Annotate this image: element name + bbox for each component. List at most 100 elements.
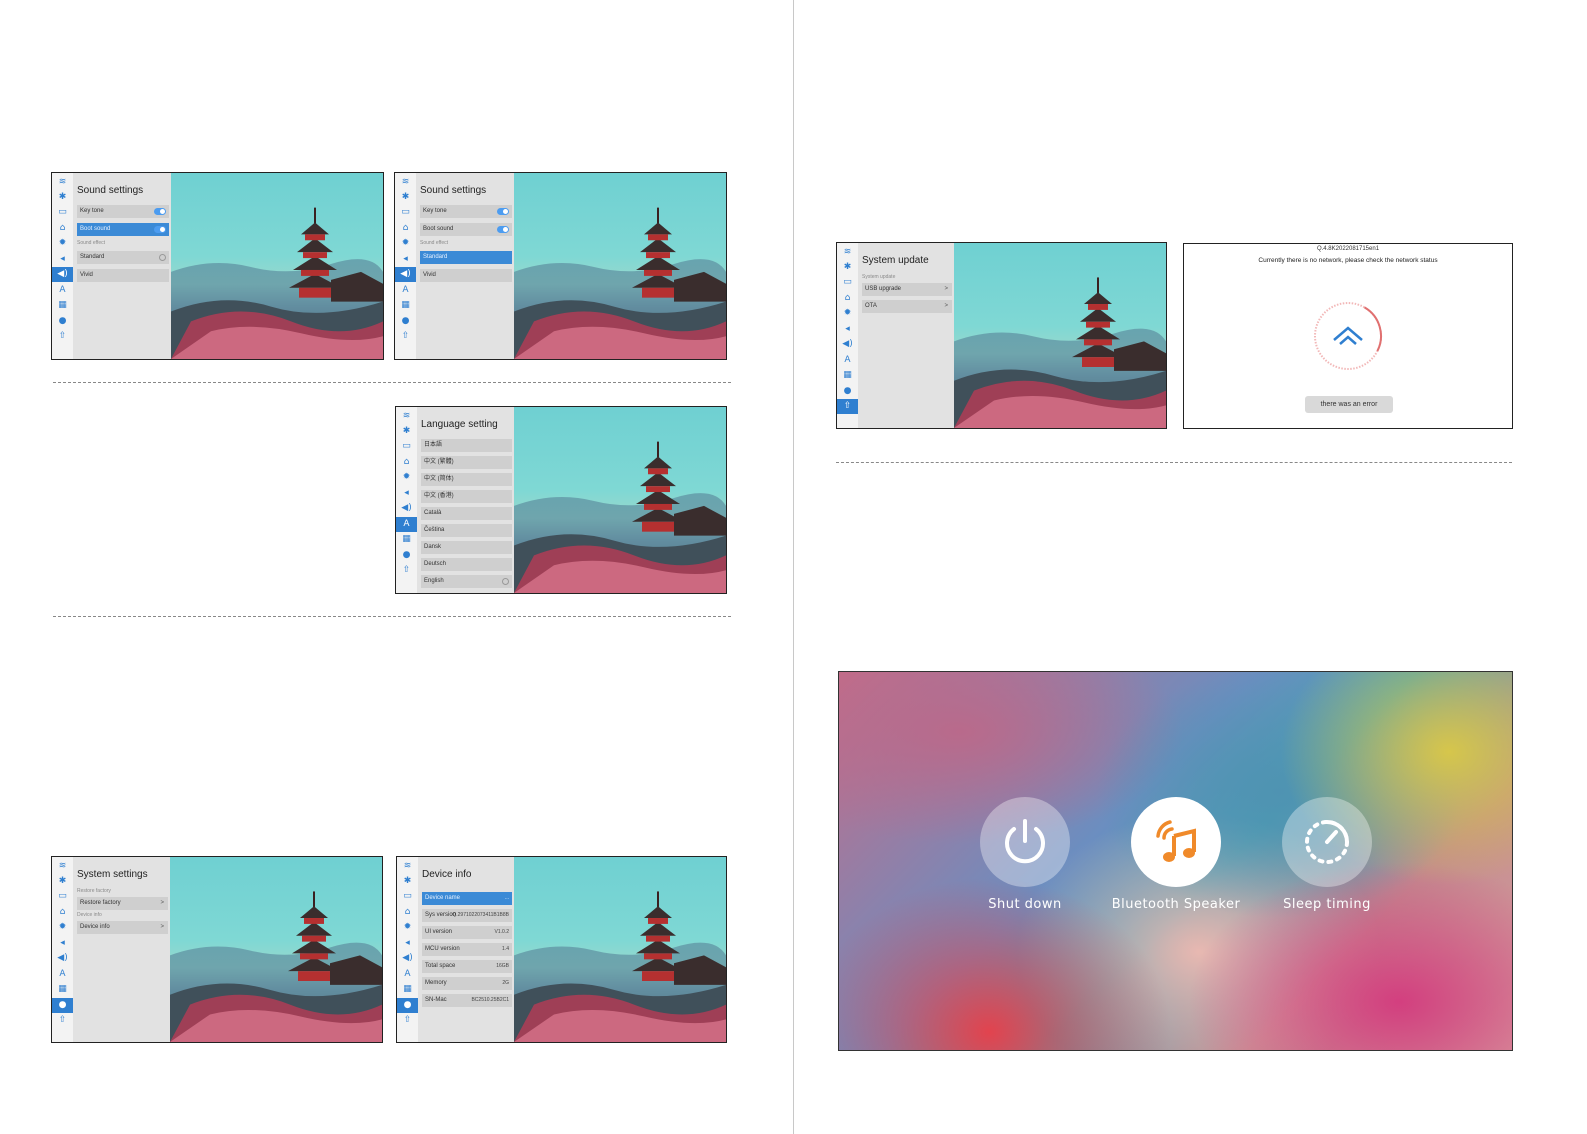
wifi-icon[interactable]: ≋ (52, 859, 73, 874)
gear-icon[interactable]: ✹ (396, 470, 417, 485)
device-name-row[interactable]: Device name... (422, 892, 512, 905)
boot-sound-toggle[interactable] (154, 226, 166, 233)
wifi-icon[interactable]: ≋ (837, 245, 858, 260)
language-item[interactable]: Čeština (421, 524, 512, 537)
effect-standard-item[interactable]: Standard (77, 251, 169, 264)
update-icon[interactable]: ⇧ (395, 329, 416, 344)
display-icon[interactable]: ▭ (52, 889, 73, 904)
info-icon[interactable]: ● (837, 384, 858, 399)
key-tone-toggle[interactable] (154, 208, 166, 215)
apps-icon[interactable]: ▦ (837, 368, 858, 383)
bluetooth-icon[interactable]: ✱ (395, 190, 416, 205)
bluetooth-icon[interactable]: ✱ (52, 874, 73, 889)
projector-icon[interactable]: ⌂ (52, 905, 73, 920)
ui-version-row: UI version V1.0.2 (422, 926, 512, 939)
gear-icon[interactable]: ✹ (837, 306, 858, 321)
key-tone-toggle[interactable] (497, 208, 509, 215)
projector-icon[interactable]: ⌂ (397, 905, 418, 920)
info-icon[interactable]: ● (52, 314, 73, 329)
bluetooth-icon[interactable]: ✱ (837, 260, 858, 275)
speaker-icon[interactable]: ◀) (397, 951, 418, 966)
speaker-icon[interactable]: ◀) (396, 501, 417, 516)
language-item[interactable]: 中文 (繁體) (421, 456, 512, 469)
language-item[interactable]: Català (421, 507, 512, 520)
effect-standard-item[interactable]: Standard (420, 251, 512, 264)
display-icon[interactable]: ▭ (837, 275, 858, 290)
language-item[interactable]: 中文 (香港) (421, 490, 512, 503)
bluetooth-icon[interactable]: ✱ (396, 424, 417, 439)
gear-icon[interactable]: ✹ (52, 236, 73, 251)
speaker-icon[interactable]: ◀) (52, 951, 73, 966)
update-icon[interactable]: ⇧ (397, 1013, 418, 1028)
keystone-icon[interactable]: ◂ (395, 252, 416, 267)
wifi-icon[interactable]: ≋ (396, 409, 417, 424)
shut-down-button[interactable] (980, 797, 1070, 887)
projector-icon[interactable]: ⌂ (396, 455, 417, 470)
effect-vivid-item[interactable]: Vivid (77, 269, 169, 282)
boot-sound-toggle[interactable] (497, 226, 509, 233)
bluetooth-icon[interactable]: ✱ (52, 190, 73, 205)
gear-icon[interactable]: ✹ (52, 920, 73, 935)
keystone-icon[interactable]: ◂ (396, 486, 417, 501)
restore-factory-item[interactable]: Restore factory > (77, 897, 168, 910)
ota-item[interactable]: OTA > (862, 300, 952, 313)
language-icon[interactable]: A (397, 967, 418, 982)
pagoda-scene (171, 207, 383, 359)
wifi-icon[interactable]: ≋ (395, 175, 416, 190)
usb-upgrade-item[interactable]: USB upgrade > (862, 283, 952, 296)
info-icon[interactable]: ● (397, 998, 418, 1013)
bluetooth-speaker-button[interactable] (1131, 797, 1221, 887)
info-icon[interactable]: ● (52, 998, 73, 1013)
speaker-icon[interactable]: ◀) (52, 267, 73, 282)
display-icon[interactable]: ▭ (395, 205, 416, 220)
keystone-icon[interactable]: ◂ (397, 936, 418, 951)
wifi-icon[interactable]: ≋ (52, 175, 73, 190)
language-item[interactable]: Dansk (421, 541, 512, 554)
info-icon[interactable]: ● (396, 548, 417, 563)
update-icon[interactable]: ⇧ (837, 399, 858, 414)
display-icon[interactable]: ▭ (396, 439, 417, 454)
gear-icon[interactable]: ✹ (397, 920, 418, 935)
update-icon[interactable]: ⇧ (396, 563, 417, 578)
apps-icon[interactable]: ▦ (52, 298, 73, 313)
update-icon[interactable]: ⇧ (52, 1013, 73, 1028)
speaker-icon[interactable]: ◀) (395, 267, 416, 282)
projector-icon[interactable]: ⌂ (837, 291, 858, 306)
sleep-timing-button[interactable] (1282, 797, 1372, 887)
key-tone-item[interactable]: Key tone (420, 205, 512, 218)
projector-icon[interactable]: ⌂ (52, 221, 73, 236)
bluetooth-icon[interactable]: ✱ (397, 874, 418, 889)
display-icon[interactable]: ▭ (397, 889, 418, 904)
display-icon[interactable]: ▭ (52, 205, 73, 220)
language-item-english[interactable]: English (421, 575, 512, 588)
error-button[interactable]: there was an error (1305, 396, 1393, 413)
apps-icon[interactable]: ▦ (52, 982, 73, 997)
language-item[interactable]: 日本語 (421, 439, 512, 452)
gear-icon[interactable]: ✹ (395, 236, 416, 251)
effect-vivid-item[interactable]: Vivid (420, 269, 512, 282)
device-info-item[interactable]: Device info > (77, 921, 168, 934)
language-item[interactable]: Deutsch (421, 558, 512, 571)
settings-panel: System update System update USB upgrade >… (858, 243, 956, 428)
language-icon[interactable]: A (837, 353, 858, 368)
speaker-icon[interactable]: ◀) (837, 337, 858, 352)
apps-icon[interactable]: ▦ (397, 982, 418, 997)
language-icon[interactable]: A (396, 517, 417, 532)
language-icon[interactable]: A (395, 283, 416, 298)
keystone-icon[interactable]: ◂ (52, 936, 73, 951)
projector-icon[interactable]: ⌂ (395, 221, 416, 236)
boot-sound-item[interactable]: Boot sound (420, 223, 512, 236)
keystone-icon[interactable]: ◂ (837, 322, 858, 337)
keystone-icon[interactable]: ◂ (52, 252, 73, 267)
wifi-icon[interactable]: ≋ (397, 859, 418, 874)
update-icon[interactable]: ⇧ (52, 329, 73, 344)
key-tone-item[interactable]: Key tone (77, 205, 169, 218)
language-icon[interactable]: A (52, 967, 73, 982)
apps-icon[interactable]: ▦ (396, 532, 417, 547)
language-icon[interactable]: A (52, 283, 73, 298)
info-icon[interactable]: ● (395, 314, 416, 329)
language-item[interactable]: 中文 (简体) (421, 473, 512, 486)
boot-sound-item[interactable]: Boot sound (77, 223, 169, 236)
chevron-right-icon: > (944, 303, 948, 309)
apps-icon[interactable]: ▦ (395, 298, 416, 313)
